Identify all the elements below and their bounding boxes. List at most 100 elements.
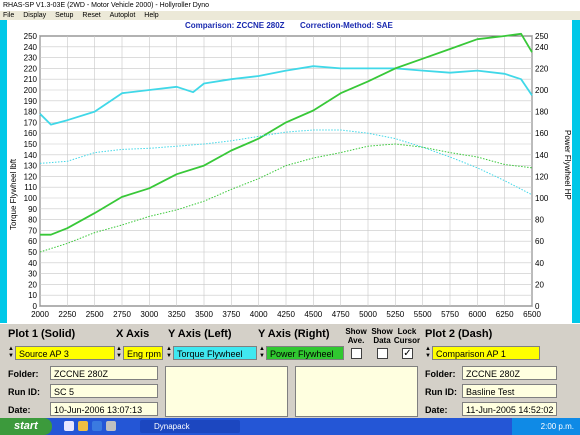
menu-file[interactable]: File <box>3 12 14 19</box>
plot2-date-value: 11-Jun-2005 14:52:02 <box>462 402 557 416</box>
xaxis-select[interactable]: Eng rpm <box>123 346 163 360</box>
x-tick-label: 2000 <box>31 310 49 319</box>
x-tick-label: 4500 <box>304 310 322 319</box>
plot2-select[interactable]: Comparison AP 1 <box>432 346 540 360</box>
x-tick-label: 6500 <box>523 310 541 319</box>
menu-bar: File Display Setup Reset Autoplot Help <box>0 11 580 20</box>
y-right-tick-label: 100 <box>535 194 549 203</box>
y-right-tick-label: 120 <box>535 172 549 181</box>
menu-reset[interactable]: Reset <box>82 12 100 19</box>
show-ave-label: Show Ave. <box>345 327 367 345</box>
source-spinner-icon[interactable]: ▲ ▼ <box>8 346 14 360</box>
x-tick-label: 3500 <box>195 310 213 319</box>
right-power-bar <box>572 20 580 323</box>
y-left-tick-label: 170 <box>24 118 38 127</box>
quicklaunch-folder-icon[interactable] <box>78 421 88 431</box>
menu-help[interactable]: Help <box>144 12 158 19</box>
xaxis-header: X Axis <box>116 328 150 340</box>
x-tick-label: 5250 <box>386 310 404 319</box>
plot2-runid-label: Run ID: <box>425 387 457 397</box>
x-tick-label: 3000 <box>140 310 158 319</box>
x-tick-label: 5750 <box>441 310 459 319</box>
plot2-runid-value: Basline Test <box>462 384 557 398</box>
taskbar-item-dynapack[interactable]: Dynapack <box>140 420 240 433</box>
plot1-date-label: Date: <box>8 405 31 415</box>
show-data-checkbox[interactable] <box>377 348 388 359</box>
y-right-tick-label: 0 <box>535 302 540 311</box>
y-left-tick-label: 240 <box>24 43 38 52</box>
y-left-tick-label: 120 <box>24 172 38 181</box>
plot2-notes-box[interactable] <box>295 366 418 417</box>
y-left-tick-label: 0 <box>33 302 38 311</box>
menu-autoplot[interactable]: Autoplot <box>110 12 136 19</box>
y-left-tick-label: 100 <box>24 194 38 203</box>
menu-setup[interactable]: Setup <box>55 12 73 19</box>
y-right-tick-label: 20 <box>535 280 544 289</box>
y-left-tick-label: 30 <box>28 270 37 279</box>
y-right-tick-label: 80 <box>535 216 544 225</box>
y-left-tick-label: 40 <box>28 259 37 268</box>
yaxis-right-header: Y Axis (Right) <box>258 328 330 340</box>
y-right-tick-label: 180 <box>535 108 549 117</box>
y-right-tick-label: 200 <box>535 86 549 95</box>
show-ave-checkbox[interactable] <box>351 348 362 359</box>
y-axis-left-label: Torque Flywheel lbft <box>9 158 18 230</box>
x-tick-label: 4750 <box>332 310 350 319</box>
control-panel: Plot 1 (Solid) X Axis Y Axis (Left) Y Ax… <box>0 323 580 419</box>
yright-spinner-icon[interactable]: ▲ ▼ <box>259 346 265 360</box>
quicklaunch-browser-icon[interactable] <box>92 421 102 431</box>
y-right-tick-label: 250 <box>535 32 549 41</box>
x-tick-label: 2750 <box>113 310 131 319</box>
start-button[interactable]: start <box>0 418 52 435</box>
left-torque-bar <box>0 20 7 323</box>
plot1-date-value: 10-Jun-2006 13:07:13 <box>50 402 158 416</box>
plot2-date-label: Date: <box>425 405 448 415</box>
y-left-tick-label: 210 <box>24 75 38 84</box>
lock-cursor-label: Lock Cursor <box>393 327 421 345</box>
y-right-tick-label: 60 <box>535 237 544 246</box>
plot1-runid-label: Run ID: <box>8 387 40 397</box>
yaxis-right-select[interactable]: Power Flywheel <box>266 346 344 360</box>
x-tick-label: 4250 <box>277 310 295 319</box>
xaxis-spinner-icon[interactable]: ▲ ▼ <box>116 346 122 360</box>
y-left-tick-label: 250 <box>24 32 38 41</box>
chart-comparison-title: Comparison: ZCCNE 280Z <box>185 21 285 30</box>
plot1-folder-label: Folder: <box>8 369 39 379</box>
x-tick-label: 6250 <box>496 310 514 319</box>
plot2-spinner-icon[interactable]: ▲ ▼ <box>425 346 431 360</box>
x-tick-label: 3750 <box>222 310 240 319</box>
y-left-tick-label: 190 <box>24 97 38 106</box>
y-left-tick-label: 110 <box>24 183 37 192</box>
y-right-tick-label: 40 <box>535 259 544 268</box>
plot2-folder-value: ZCCNE 280Z <box>462 366 557 380</box>
y-left-tick-label: 80 <box>28 216 37 225</box>
window-title: RHAS-SP V1.3-03E (2WD - Motor Vehicle 20… <box>0 0 580 11</box>
y-right-tick-label: 140 <box>535 151 549 160</box>
plot2-folder-label: Folder: <box>425 369 456 379</box>
show-data-label: Show Data <box>371 327 393 345</box>
quicklaunch-app-icon[interactable] <box>106 421 116 431</box>
x-tick-label: 2250 <box>58 310 76 319</box>
quicklaunch-explorer-icon[interactable] <box>64 421 74 431</box>
x-tick-label: 2500 <box>86 310 104 319</box>
plot1-runid-value: SC 5 <box>50 384 158 398</box>
taskbar: start Dynapack 2:00 p.m. <box>0 418 580 435</box>
chart-correction-method: Correction-Method: SAE <box>300 21 394 30</box>
x-tick-label: 5500 <box>414 310 432 319</box>
y-left-tick-label: 150 <box>24 140 38 149</box>
chart-grid <box>39 35 533 307</box>
y-axis-right-label: Power Flywheel HP <box>563 130 572 200</box>
x-tick-label: 4000 <box>250 310 268 319</box>
yaxis-left-select[interactable]: Torque Flywheel <box>173 346 257 360</box>
y-left-tick-label: 60 <box>28 237 37 246</box>
dyno-chart-area[interactable]: Comparison: ZCCNE 280Z Correction-Method… <box>0 20 580 323</box>
y-left-tick-label: 220 <box>24 64 38 73</box>
x-tick-label: 3250 <box>168 310 186 319</box>
yleft-spinner-icon[interactable]: ▲ ▼ <box>166 346 172 360</box>
source-select[interactable]: Source AP 3 <box>15 346 115 360</box>
lock-cursor-checkbox[interactable]: ✓ <box>402 348 413 359</box>
dyno-chart[interactable]: Comparison: ZCCNE 280Z Correction-Method… <box>0 20 580 323</box>
system-tray-clock: 2:00 p.m. <box>512 418 580 435</box>
menu-display[interactable]: Display <box>23 12 46 19</box>
plot1-notes-box[interactable] <box>165 366 288 417</box>
